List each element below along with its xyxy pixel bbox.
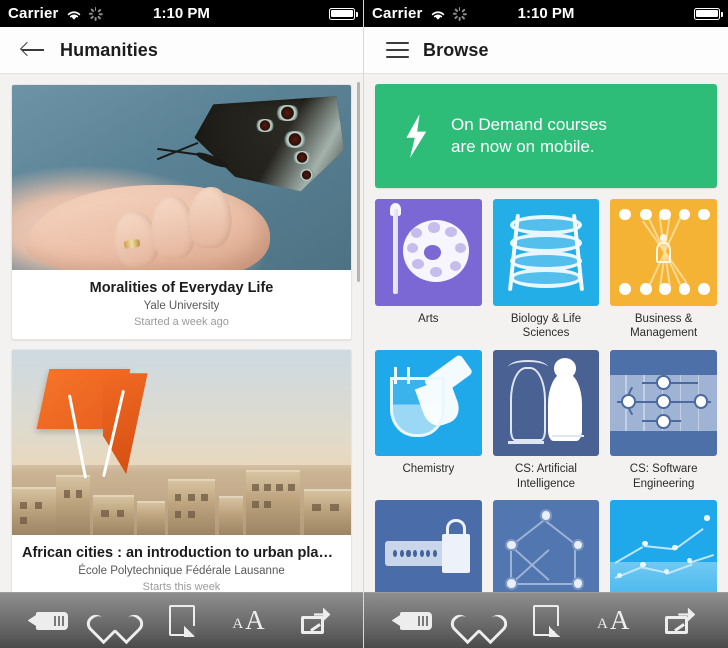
course-card-list: Moralities of Everyday Life Yale Univers… xyxy=(0,74,363,592)
category-item-cs-se[interactable]: CS: Software Engineering xyxy=(610,349,717,492)
aa-small-letter: A xyxy=(232,616,244,633)
category-label: Business & Management xyxy=(630,312,698,340)
line-chart-icon xyxy=(610,500,717,592)
promo-line-2: are now on mobile. xyxy=(451,137,595,156)
flask-icon xyxy=(375,349,482,457)
category-item-arts[interactable]: Arts xyxy=(375,199,482,341)
wifi-icon xyxy=(430,8,446,20)
favorite-button[interactable] xyxy=(457,604,501,638)
category-label: CS: Artificial Intelligence xyxy=(514,463,577,490)
promo-text: On Demand courses are now on mobile. xyxy=(451,114,607,159)
status-bar-right-group xyxy=(329,7,358,20)
battery-icon xyxy=(694,7,723,20)
right-scroll-area[interactable]: On Demand courses are now on mobile. Art… xyxy=(364,74,728,592)
course-status: Starts this week xyxy=(142,581,221,592)
chess-pieces-icon xyxy=(492,349,600,457)
page-icon xyxy=(168,605,196,637)
category-item-chemistry[interactable]: Chemistry xyxy=(375,349,482,492)
aa-small-letter: A xyxy=(596,616,608,633)
share-button[interactable] xyxy=(658,604,702,638)
category-item-cs-security[interactable]: CS: Systems & Security xyxy=(375,500,482,592)
status-bar-right: Carrier 1:10 PM xyxy=(364,0,728,27)
palette-icon xyxy=(375,199,482,306)
left-scroll-area[interactable]: Moralities of Everyday Life Yale Univers… xyxy=(0,74,363,592)
back-button[interactable] xyxy=(390,604,434,638)
status-bar-right-group xyxy=(694,7,723,20)
bookmark-button[interactable] xyxy=(524,604,568,638)
course-image-african-city xyxy=(12,350,351,536)
branching-graph-icon xyxy=(610,349,717,457)
favorite-button[interactable] xyxy=(93,604,137,638)
back-tag-icon xyxy=(27,610,68,632)
back-button[interactable] xyxy=(26,604,70,638)
right-nav-bar: Browse xyxy=(364,27,728,74)
category-grid: Arts Biology & Life Sciences Business & … xyxy=(375,199,717,592)
left-nav-bar: Humanities xyxy=(0,27,363,74)
course-provider: Yale University xyxy=(143,300,220,313)
category-item-business[interactable]: Business & Management xyxy=(610,199,717,341)
share-icon xyxy=(300,607,331,634)
aa-large-letter: A xyxy=(609,604,630,635)
page-icon xyxy=(532,605,560,637)
course-card-body: Moralities of Everyday Life Yale Univers… xyxy=(12,270,351,339)
course-card[interactable]: African cities : an introduction to urba… xyxy=(11,349,352,592)
course-card-body: African cities : an introduction to urba… xyxy=(12,535,351,592)
text-size-button[interactable]: A A xyxy=(591,604,635,638)
bottom-toolbar-left: A A xyxy=(0,592,363,648)
category-item-cs-ai[interactable]: CS: Artificial Intelligence xyxy=(492,349,600,492)
carrier-label: Carrier xyxy=(8,5,59,22)
activity-spinner-icon xyxy=(452,6,467,21)
epfl-logo xyxy=(36,368,155,484)
bookmark-button[interactable] xyxy=(160,604,204,638)
carrier-label: Carrier xyxy=(372,5,423,22)
course-title: Moralities of Everyday Life xyxy=(89,280,274,296)
hamburger-menu-icon[interactable] xyxy=(386,42,409,58)
aa-large-letter: A xyxy=(245,604,265,635)
aa-text-size-icon: A A xyxy=(596,604,630,635)
node-graph-icon xyxy=(492,500,600,592)
category-label: Chemistry xyxy=(402,463,455,476)
course-image-butterfly xyxy=(12,85,351,270)
course-card[interactable]: Moralities of Everyday Life Yale Univers… xyxy=(11,84,352,341)
heart-icon xyxy=(100,607,130,634)
right-phone-screen: Carrier 1:10 PM Browse On Demand courses… xyxy=(364,0,728,648)
vertical-scrollbar[interactable] xyxy=(357,82,360,282)
promo-line-1: On Demand courses xyxy=(451,114,607,134)
wifi-icon xyxy=(66,8,82,20)
password-lock-icon xyxy=(375,500,482,592)
category-item-cs-theory[interactable]: CS: Theory xyxy=(492,500,600,592)
back-tag-icon xyxy=(391,610,432,632)
activity-spinner-icon xyxy=(88,6,103,21)
category-item-biology[interactable]: Biology & Life Sciences xyxy=(492,199,600,341)
category-label: CS: Software Engineering xyxy=(629,463,698,490)
course-provider: École Polytechnique Fédérale Lausanne xyxy=(78,565,285,578)
left-phone-screen: Carrier 1:10 PM Humanities Moralities of… xyxy=(0,0,364,648)
bottom-toolbar-right: A A xyxy=(364,592,728,648)
browse-content: On Demand courses are now on mobile. Art… xyxy=(364,74,728,592)
dual-phone-screenshot: Carrier 1:10 PM Humanities Moralities of… xyxy=(0,0,728,648)
page-title: Browse xyxy=(423,39,489,60)
promo-banner[interactable]: On Demand courses are now on mobile. xyxy=(375,84,717,188)
dna-icon xyxy=(492,199,600,306)
network-person-icon xyxy=(610,199,717,306)
category-label: Arts xyxy=(418,312,439,325)
share-icon xyxy=(665,607,696,634)
course-status: Started a week ago xyxy=(134,316,229,329)
page-title: Humanities xyxy=(60,39,159,60)
heart-icon xyxy=(464,607,494,634)
status-bar-left-group: Carrier xyxy=(372,5,467,22)
lightning-bolt-icon xyxy=(401,114,431,158)
category-label: Biology & Life Sciences xyxy=(510,312,582,340)
butterfly-shape xyxy=(156,96,345,200)
share-button[interactable] xyxy=(294,604,338,638)
text-size-button[interactable]: A A xyxy=(227,604,271,638)
category-item-data-science[interactable]: Data Science xyxy=(610,500,717,592)
course-title: African cities : an introduction to urba… xyxy=(22,545,341,562)
battery-icon xyxy=(329,7,358,20)
aa-text-size-icon: A A xyxy=(232,604,265,635)
status-bar-left-group: Carrier xyxy=(8,5,103,22)
status-bar-left: Carrier 1:10 PM xyxy=(0,0,363,27)
back-arrow-icon[interactable] xyxy=(22,41,46,59)
